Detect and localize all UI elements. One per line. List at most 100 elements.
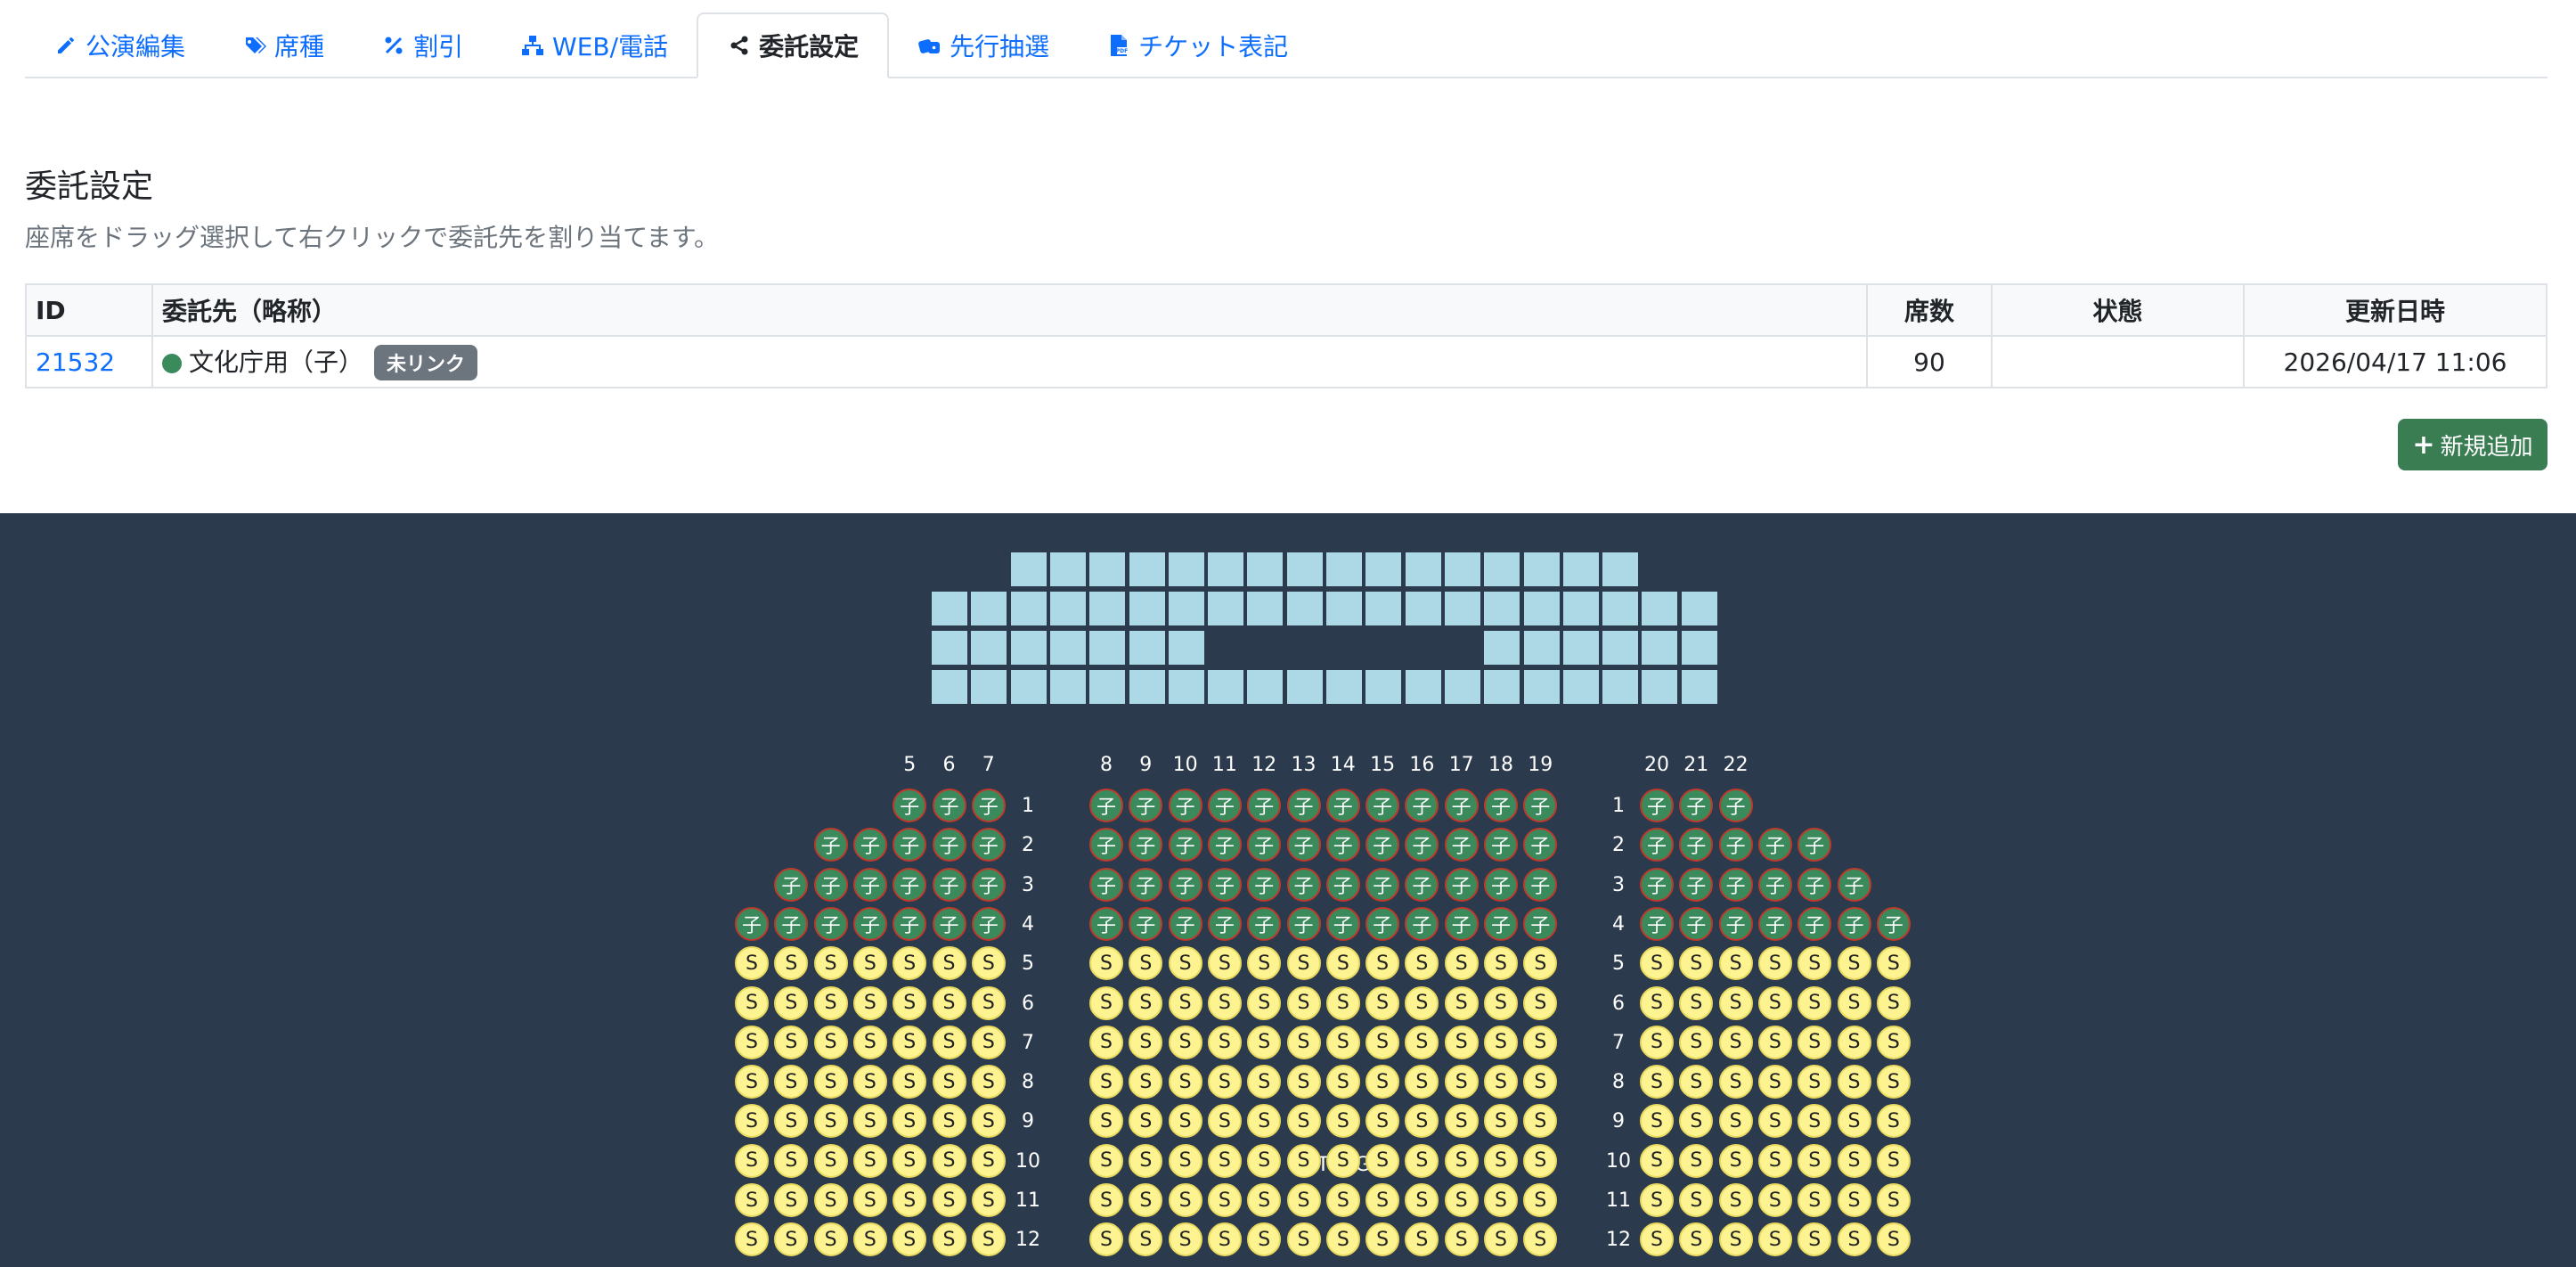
s-seat[interactable]: S <box>1797 946 1832 981</box>
consigned-seat[interactable]: 子 <box>1365 828 1400 862</box>
s-seat[interactable]: S <box>932 1104 966 1139</box>
s-seat[interactable]: S <box>1129 1143 1163 1178</box>
consigned-seat[interactable]: 子 <box>852 906 887 941</box>
s-seat[interactable]: S <box>1484 1183 1518 1217</box>
s-seat[interactable]: S <box>1679 1222 1714 1257</box>
s-seat[interactable]: S <box>1089 946 1123 981</box>
s-seat[interactable]: S <box>1286 1104 1321 1139</box>
s-seat[interactable]: S <box>1325 946 1360 981</box>
s-seat[interactable]: S <box>1757 1183 1792 1217</box>
consigned-seat[interactable]: 子 <box>1679 828 1714 862</box>
s-seat[interactable]: S <box>971 1183 1006 1217</box>
s-seat[interactable]: S <box>1718 1183 1753 1217</box>
tab-discount[interactable]: 割引 <box>353 12 492 78</box>
s-seat[interactable]: S <box>852 1183 887 1217</box>
consigned-seat[interactable]: 子 <box>1757 828 1792 862</box>
s-seat[interactable]: S <box>1405 1104 1439 1139</box>
s-seat[interactable]: S <box>1168 946 1202 981</box>
s-seat[interactable]: S <box>852 946 887 981</box>
tab-performance-edit[interactable]: 公演編集 <box>25 12 214 78</box>
s-seat[interactable]: S <box>1405 1143 1439 1178</box>
s-seat[interactable]: S <box>1405 1025 1439 1059</box>
s-seat[interactable]: S <box>1484 1065 1518 1099</box>
consigned-seat[interactable]: 子 <box>1640 828 1674 862</box>
s-seat[interactable]: S <box>1286 985 1321 1020</box>
s-seat[interactable]: S <box>1325 1065 1360 1099</box>
s-seat[interactable]: S <box>1757 1222 1792 1257</box>
consigned-seat[interactable]: 子 <box>932 789 966 822</box>
s-seat[interactable]: S <box>1876 985 1911 1020</box>
s-seat[interactable]: S <box>1325 1183 1360 1217</box>
consigned-seat[interactable]: 子 <box>1876 906 1911 941</box>
consigned-seat[interactable]: 子 <box>1679 867 1714 902</box>
s-seat[interactable]: S <box>813 1104 848 1139</box>
s-seat[interactable]: S <box>1405 946 1439 981</box>
s-seat[interactable]: S <box>1837 1143 1871 1178</box>
s-seat[interactable]: S <box>1365 1025 1400 1059</box>
s-seat[interactable]: S <box>1444 1065 1479 1099</box>
s-seat[interactable]: S <box>813 1222 848 1257</box>
s-seat[interactable]: S <box>893 946 927 981</box>
s-seat[interactable]: S <box>1523 1222 1558 1257</box>
s-seat[interactable]: S <box>1679 1104 1714 1139</box>
s-seat[interactable]: S <box>774 1143 809 1178</box>
consigned-seat[interactable]: 子 <box>1207 867 1242 902</box>
s-seat[interactable]: S <box>1640 1065 1674 1099</box>
consigned-seat[interactable]: 子 <box>1679 789 1714 822</box>
s-seat[interactable]: S <box>1168 985 1202 1020</box>
consigned-seat[interactable]: 子 <box>774 867 809 902</box>
consigned-seat[interactable]: 子 <box>1168 906 1202 941</box>
s-seat[interactable]: S <box>774 946 809 981</box>
s-seat[interactable]: S <box>1484 1143 1518 1178</box>
s-seat[interactable]: S <box>1089 1104 1123 1139</box>
s-seat[interactable]: S <box>1484 1104 1518 1139</box>
s-seat[interactable]: S <box>852 1143 887 1178</box>
s-seat[interactable]: S <box>1168 1104 1202 1139</box>
consigned-seat[interactable]: 子 <box>1325 867 1360 902</box>
consigned-seat[interactable]: 子 <box>1718 828 1753 862</box>
consigned-seat[interactable]: 子 <box>1523 789 1558 822</box>
s-seat[interactable]: S <box>971 1143 1006 1178</box>
consigned-seat[interactable]: 子 <box>1365 789 1400 822</box>
consigned-seat[interactable]: 子 <box>1405 906 1439 941</box>
s-seat[interactable]: S <box>774 1025 809 1059</box>
consigned-seat[interactable]: 子 <box>1365 867 1400 902</box>
s-seat[interactable]: S <box>1207 1143 1242 1178</box>
s-seat[interactable]: S <box>893 1104 927 1139</box>
s-seat[interactable]: S <box>932 1065 966 1099</box>
consigned-seat[interactable]: 子 <box>1523 906 1558 941</box>
s-seat[interactable]: S <box>971 985 1006 1020</box>
s-seat[interactable]: S <box>852 985 887 1020</box>
s-seat[interactable]: S <box>932 1183 966 1217</box>
consigned-seat[interactable]: 子 <box>1797 828 1832 862</box>
s-seat[interactable]: S <box>1247 1025 1282 1059</box>
s-seat[interactable]: S <box>735 1025 769 1059</box>
s-seat[interactable]: S <box>735 946 769 981</box>
s-seat[interactable]: S <box>1640 1222 1674 1257</box>
consigned-seat[interactable]: 子 <box>1640 789 1674 822</box>
s-seat[interactable]: S <box>1523 1065 1558 1099</box>
consigned-seat[interactable]: 子 <box>1837 906 1871 941</box>
consigned-seat[interactable]: 子 <box>1484 789 1518 822</box>
s-seat[interactable]: S <box>1444 1183 1479 1217</box>
s-seat[interactable]: S <box>1837 985 1871 1020</box>
consigned-seat[interactable]: 子 <box>1286 828 1321 862</box>
s-seat[interactable]: S <box>1484 946 1518 981</box>
s-seat[interactable]: S <box>1837 946 1871 981</box>
s-seat[interactable]: S <box>1207 946 1242 981</box>
consigned-seat[interactable]: 子 <box>1405 867 1439 902</box>
s-seat[interactable]: S <box>971 1104 1006 1139</box>
s-seat[interactable]: S <box>1837 1222 1871 1257</box>
s-seat[interactable]: S <box>1757 946 1792 981</box>
consigned-seat[interactable]: 子 <box>1168 789 1202 822</box>
s-seat[interactable]: S <box>735 1143 769 1178</box>
s-seat[interactable]: S <box>1089 1183 1123 1217</box>
consigned-seat[interactable]: 子 <box>1405 789 1439 822</box>
s-seat[interactable]: S <box>1365 1183 1400 1217</box>
s-seat[interactable]: S <box>893 1222 927 1257</box>
tab-lottery[interactable]: 先行抽選 <box>889 12 1078 78</box>
s-seat[interactable]: S <box>1837 1183 1871 1217</box>
s-seat[interactable]: S <box>813 985 848 1020</box>
s-seat[interactable]: S <box>1718 985 1753 1020</box>
s-seat[interactable]: S <box>1523 985 1558 1020</box>
